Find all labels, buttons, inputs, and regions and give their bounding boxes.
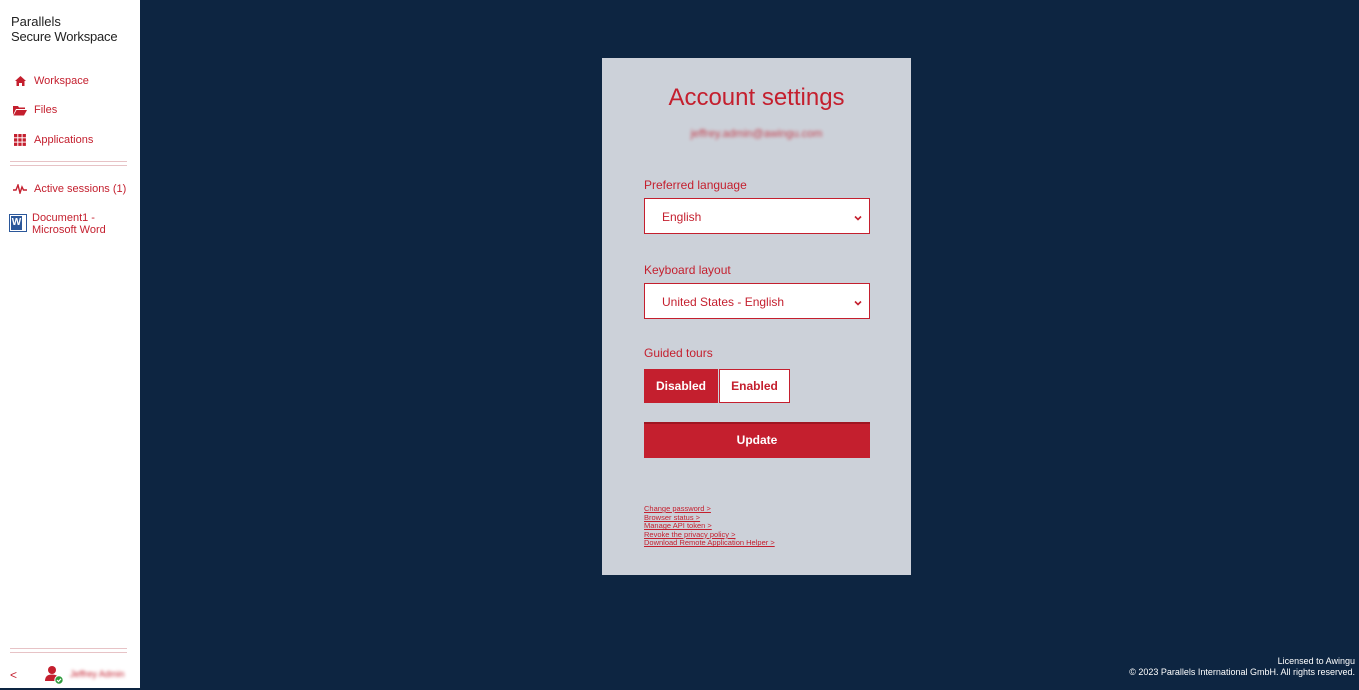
word-icon: W xyxy=(9,214,27,232)
guided-tours-enabled-button[interactable]: Enabled xyxy=(719,369,790,403)
sidebar-item-label: Workspace xyxy=(34,75,89,87)
sidebar-item-workspace[interactable]: Workspace xyxy=(12,71,89,91)
update-button[interactable]: Update xyxy=(644,422,870,458)
page-title: Account settings xyxy=(668,84,845,111)
active-sessions-header[interactable]: Active sessions (1) xyxy=(12,179,126,199)
brand-logo: Parallels Secure Workspace xyxy=(11,14,136,44)
session-item-label: Document1 - Microsoft Word xyxy=(32,212,106,236)
brand-line-1: Parallels xyxy=(11,14,61,29)
download-remote-helper-link[interactable]: Download Remote Application Helper > xyxy=(644,539,884,548)
guided-tours-disabled-button[interactable]: Disabled xyxy=(644,369,718,403)
user-name[interactable]: Jeffrey Admin xyxy=(70,669,130,679)
keyboard-layout-select[interactable]: United States - English xyxy=(644,283,870,319)
divider xyxy=(10,161,127,166)
sidebar-item-files[interactable]: Files xyxy=(12,100,57,120)
session-item-word[interactable]: W Document1 - Microsoft Word xyxy=(9,212,122,236)
sidebar: Parallels Secure Workspace Workspace Fil… xyxy=(0,0,140,688)
footer: Licensed to Awingu © 2023 Parallels Inte… xyxy=(1129,656,1355,678)
copyright-text: © 2023 Parallels International GmbH. All… xyxy=(1129,667,1355,677)
user-email: jeffrey.admin@awingu.com xyxy=(690,128,823,140)
preferred-language-select[interactable]: English xyxy=(644,198,870,234)
account-links: Change password > Browser status > Manag… xyxy=(644,504,884,548)
account-settings-panel: Account settings jeffrey.admin@awingu.co… xyxy=(602,58,911,575)
sidebar-footer: < Jeffrey Admin xyxy=(0,660,140,688)
divider xyxy=(10,648,127,653)
brand-line-2: Secure Workspace xyxy=(11,29,118,44)
keyboard-layout-value: United States - English xyxy=(662,295,785,309)
sidebar-item-label: Applications xyxy=(34,134,94,146)
preferred-language-value: English xyxy=(662,210,702,224)
keyboard-layout-label: Keyboard layout xyxy=(644,263,731,277)
collapse-sidebar-button[interactable]: < xyxy=(10,668,17,682)
license-text: Licensed to Awingu xyxy=(1277,656,1355,666)
user-icon[interactable] xyxy=(44,665,64,685)
activity-icon xyxy=(12,182,28,196)
chevron-down-icon xyxy=(853,295,863,306)
preferred-language-label: Preferred language xyxy=(644,178,747,192)
active-sessions-label: Active sessions (1) xyxy=(34,183,127,195)
home-icon xyxy=(12,74,28,88)
sidebar-item-applications[interactable]: Applications xyxy=(12,130,93,150)
grid-icon xyxy=(12,133,28,147)
folder-icon xyxy=(12,103,28,117)
sidebar-item-label: Files xyxy=(34,104,58,116)
chevron-down-icon xyxy=(853,210,863,221)
guided-tours-label: Guided tours xyxy=(644,346,713,360)
